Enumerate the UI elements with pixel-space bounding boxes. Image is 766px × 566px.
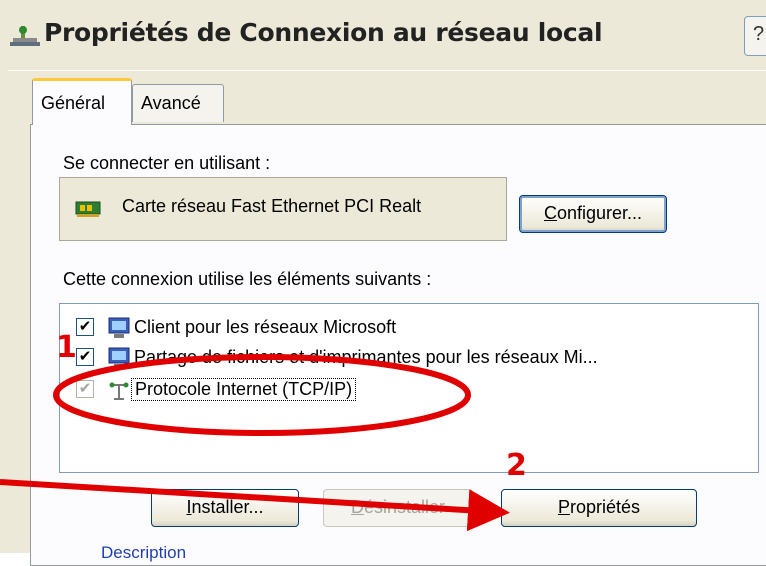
tab-advanced[interactable]: Avancé (132, 84, 224, 122)
install-button[interactable]: Installer... (151, 489, 299, 527)
help-button[interactable]: ? (744, 16, 766, 56)
description-label: Description (101, 543, 187, 562)
configure-button[interactable]: Configurer... (519, 195, 667, 233)
dialog-window: Propriétés de Connexion au réseau local … (0, 0, 766, 566)
network-card-icon (75, 201, 101, 217)
tab-panel-general: Se connecter en utilisant : Carte réseau… (30, 124, 766, 566)
connect-using-label: Se connecter en utilisant : (63, 153, 271, 173)
help-icon: ? (753, 23, 765, 45)
annotation-step-2: 2 (506, 448, 527, 483)
checkbox[interactable]: ✔ (76, 318, 94, 336)
item-label: Client pour les réseaux Microsoft (134, 317, 397, 337)
components-label: Cette connexion utilise les éléments sui… (63, 269, 432, 289)
uninstall-button[interactable]: Désinstaller (323, 489, 473, 527)
properties-button[interactable]: Propriétés (501, 489, 697, 527)
protocol-icon (109, 382, 129, 400)
adapter-name: Carte réseau Fast Ethernet PCI Realt (122, 196, 422, 216)
components-list[interactable]: ✔ Client pour les réseaux Microsoft ✔ Pa… (59, 303, 759, 473)
file-printer-sharing-icon (108, 347, 130, 368)
network-client-icon (108, 317, 130, 338)
annotation-step-1: 1 (56, 330, 77, 365)
checkbox[interactable]: ✔ (76, 348, 94, 366)
title-bar[interactable]: Propriétés de Connexion au réseau local … (0, 0, 766, 71)
window-frame (0, 70, 8, 553)
checkbox[interactable]: ✔ (76, 380, 94, 398)
network-connection-icon (10, 26, 40, 46)
item-label: Partage de fichiers et d'imprimantes pou… (134, 347, 598, 367)
window-title: Propriétés de Connexion au réseau local (44, 18, 603, 47)
tab-general[interactable]: Général (32, 78, 132, 125)
item-label: Protocole Internet (TCP/IP) (130, 378, 357, 401)
adapter-field: Carte réseau Fast Ethernet PCI Realt (59, 177, 507, 241)
